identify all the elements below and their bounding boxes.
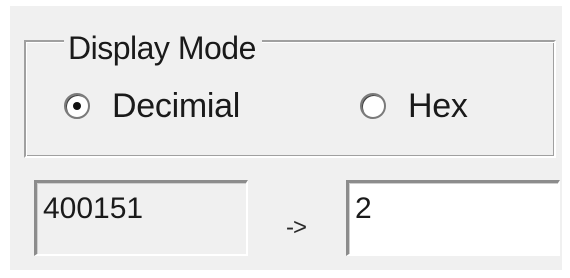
result-value-field[interactable]: 2 [346, 180, 560, 256]
radio-hex[interactable]: Hex [360, 86, 468, 126]
conversion-arrow: -> [286, 214, 307, 241]
radio-unselected-icon[interactable] [360, 93, 386, 119]
radio-hex-label: Hex [408, 87, 468, 125]
radio-selected-icon[interactable] [64, 93, 90, 119]
source-value-field[interactable]: 400151 [34, 180, 248, 256]
radio-decimal-label: Decimial [112, 87, 240, 125]
radio-decimal[interactable]: Decimial [64, 86, 240, 126]
display-mode-legend: Display Mode [64, 30, 262, 66]
